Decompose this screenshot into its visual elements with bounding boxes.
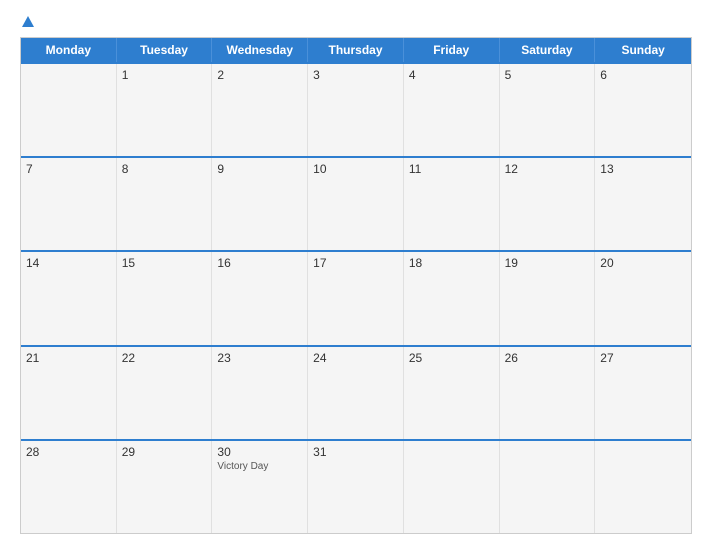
calendar-cell: 17	[308, 252, 404, 344]
calendar-cell: 1	[117, 64, 213, 156]
calendar-cell	[500, 441, 596, 533]
calendar-cell: 16	[212, 252, 308, 344]
calendar-cell: 29	[117, 441, 213, 533]
day-number: 7	[26, 162, 33, 176]
weekday-header-friday: Friday	[404, 38, 500, 62]
day-number: 16	[217, 256, 230, 270]
weekday-header-wednesday: Wednesday	[212, 38, 308, 62]
calendar-cell: 24	[308, 347, 404, 439]
day-number: 17	[313, 256, 326, 270]
day-number: 18	[409, 256, 422, 270]
day-number: 6	[600, 68, 607, 82]
calendar-cell: 30 Victory Day	[212, 441, 308, 533]
calendar-cell: 25	[404, 347, 500, 439]
calendar-cell: 26	[500, 347, 596, 439]
logo-triangle-icon	[22, 16, 34, 27]
calendar-cell: 4	[404, 64, 500, 156]
day-number: 14	[26, 256, 39, 270]
calendar-week-5: 28 29 30 Victory Day 31	[21, 439, 691, 533]
day-number: 31	[313, 445, 326, 459]
day-number: 15	[122, 256, 135, 270]
calendar-cell: 3	[308, 64, 404, 156]
calendar-cell: 8	[117, 158, 213, 250]
calendar-cell: 28	[21, 441, 117, 533]
weekday-header-saturday: Saturday	[500, 38, 596, 62]
weekday-header-sunday: Sunday	[595, 38, 691, 62]
day-number: 25	[409, 351, 422, 365]
weekday-header-tuesday: Tuesday	[117, 38, 213, 62]
day-number: 12	[505, 162, 518, 176]
calendar-cell: 2	[212, 64, 308, 156]
day-number: 1	[122, 68, 129, 82]
day-number: 20	[600, 256, 613, 270]
day-number: 2	[217, 68, 224, 82]
calendar-cell: 21	[21, 347, 117, 439]
calendar-body: 1234567891011121314151617181920212223242…	[21, 62, 691, 533]
day-number: 9	[217, 162, 224, 176]
day-number: 23	[217, 351, 230, 365]
page: MondayTuesdayWednesdayThursdayFridaySatu…	[0, 0, 712, 550]
calendar-cell: 6	[595, 64, 691, 156]
calendar-grid: MondayTuesdayWednesdayThursdayFridaySatu…	[20, 37, 692, 534]
day-number: 22	[122, 351, 135, 365]
day-number: 29	[122, 445, 135, 459]
calendar-cell: 20	[595, 252, 691, 344]
day-number: 3	[313, 68, 320, 82]
calendar-cell: 23	[212, 347, 308, 439]
calendar-cell: 19	[500, 252, 596, 344]
day-number: 19	[505, 256, 518, 270]
calendar-cell: 31	[308, 441, 404, 533]
day-number: 27	[600, 351, 613, 365]
day-number: 4	[409, 68, 416, 82]
calendar-cell: 9	[212, 158, 308, 250]
day-number: 10	[313, 162, 326, 176]
calendar-week-4: 21 22 23 24 25 26 27	[21, 345, 691, 439]
weekday-header-monday: Monday	[21, 38, 117, 62]
calendar-cell: 10	[308, 158, 404, 250]
day-number: 5	[505, 68, 512, 82]
calendar-cell: 11	[404, 158, 500, 250]
calendar-cell: 27	[595, 347, 691, 439]
calendar-week-1: 1 2 3 4 5 6	[21, 62, 691, 156]
calendar-cell	[21, 64, 117, 156]
calendar-cell: 12	[500, 158, 596, 250]
calendar-weekday-header: MondayTuesdayWednesdayThursdayFridaySatu…	[21, 38, 691, 62]
calendar-cell: 5	[500, 64, 596, 156]
calendar-header	[20, 16, 692, 27]
calendar-cell: 13	[595, 158, 691, 250]
calendar-cell	[595, 441, 691, 533]
calendar-cell	[404, 441, 500, 533]
holiday-label: Victory Day	[217, 461, 268, 472]
day-number: 28	[26, 445, 39, 459]
day-number: 24	[313, 351, 326, 365]
calendar-cell: 7	[21, 158, 117, 250]
day-number: 11	[409, 162, 421, 176]
weekday-header-thursday: Thursday	[308, 38, 404, 62]
day-number: 21	[26, 351, 39, 365]
calendar-week-3: 14 15 16 17 18 19 20	[21, 250, 691, 344]
day-number: 26	[505, 351, 518, 365]
calendar-cell: 22	[117, 347, 213, 439]
day-number: 13	[600, 162, 613, 176]
calendar-cell: 15	[117, 252, 213, 344]
day-number: 8	[122, 162, 129, 176]
day-number: 30	[217, 445, 230, 459]
logo	[20, 16, 36, 27]
calendar-cell: 14	[21, 252, 117, 344]
calendar-cell: 18	[404, 252, 500, 344]
calendar-week-2: 7 8 9 10 11 12 13	[21, 156, 691, 250]
